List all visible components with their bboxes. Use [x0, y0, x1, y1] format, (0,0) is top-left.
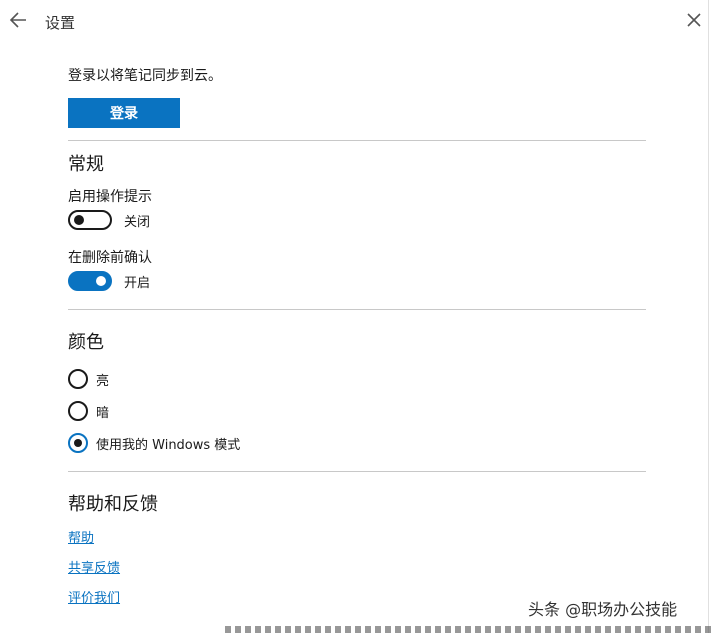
radio-label: 暗 [96, 405, 110, 421]
section-heading-help: 帮助和反馈 [68, 494, 158, 515]
watermark: 头条 @职场办公技能 [528, 600, 678, 619]
close-icon[interactable] [685, 11, 703, 29]
action-tips-toggle[interactable] [68, 210, 112, 230]
radio-button[interactable] [68, 369, 88, 389]
divider [68, 471, 646, 472]
toggle-state-label: 开启 [124, 275, 151, 291]
setting-label-confirm-delete: 在删除前确认 [68, 250, 152, 266]
radio-button[interactable] [68, 401, 88, 421]
radio-button-selected[interactable] [68, 433, 88, 453]
login-button[interactable]: 登录 [68, 98, 180, 128]
section-heading-general: 常规 [68, 154, 104, 175]
toggle-row-confirm-delete: 开启 [68, 270, 150, 292]
scrollbar-track [708, 0, 709, 633]
divider [68, 309, 646, 310]
setting-label-action-tips: 启用操作提示 [68, 189, 152, 205]
clipped-background-text [225, 626, 712, 633]
toggle-knob [96, 276, 106, 286]
radio-option-dark[interactable]: 暗 [68, 400, 109, 422]
confirm-delete-toggle[interactable] [68, 271, 112, 291]
arrow-left-icon[interactable] [9, 10, 29, 30]
radio-option-light[interactable]: 亮 [68, 368, 109, 390]
radio-option-windows-mode[interactable]: 使用我的 Windows 模式 [68, 432, 240, 454]
rate-us-link[interactable]: 评价我们 [68, 587, 120, 606]
sync-description: 登录以将笔记同步到云。 [68, 68, 222, 84]
divider [68, 140, 646, 141]
radio-label: 亮 [96, 373, 110, 389]
toggle-row-action-tips: 关闭 [68, 209, 150, 231]
toggle-knob [74, 215, 84, 225]
toggle-state-label: 关闭 [124, 214, 151, 230]
section-heading-color: 颜色 [68, 332, 104, 353]
radio-label: 使用我的 Windows 模式 [96, 437, 241, 453]
help-link[interactable]: 帮助 [68, 527, 94, 546]
settings-page: 设置 登录以将笔记同步到云。 登录 常规 启用操作提示 关闭 在删除前确认 开启… [0, 0, 712, 633]
window-title: 设置 [45, 14, 76, 32]
share-feedback-link[interactable]: 共享反馈 [68, 557, 120, 576]
